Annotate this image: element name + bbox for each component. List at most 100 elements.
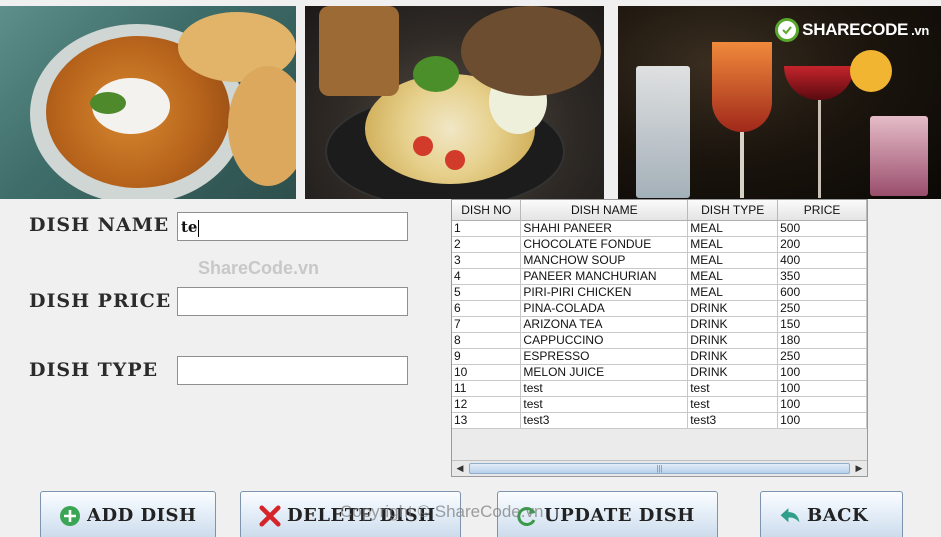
cell-dish-type: DRINK	[687, 348, 779, 365]
cell-price: 100	[777, 380, 867, 397]
cell-dish-name: SHAHI PANEER	[520, 220, 689, 237]
cell-dish-type: MEAL	[687, 268, 779, 285]
banner-image-drinks: SHARECODE .vn	[618, 6, 941, 199]
table-row[interactable]: 5 PIRI-PIRI CHICKEN MEAL 600	[452, 284, 867, 301]
banner-image-curry	[0, 6, 296, 199]
dish-price-label: DISH PRICE	[29, 290, 172, 312]
cell-price: 250	[777, 300, 867, 317]
cell-price: 400	[777, 252, 867, 269]
column-header-price[interactable]: PRICE	[777, 200, 867, 221]
dish-price-input[interactable]	[177, 287, 408, 316]
dish-type-label: DISH TYPE	[29, 359, 159, 381]
cell-price: 100	[777, 412, 867, 429]
dish-name-input[interactable]: te	[177, 212, 408, 241]
table-row[interactable]: 2 CHOCOLATE FONDUE MEAL 200	[452, 236, 867, 253]
add-dish-button[interactable]: ADD DISH	[40, 491, 216, 537]
cell-dish-no: 4	[452, 268, 522, 285]
cell-dish-name: ESPRESSO	[520, 348, 689, 365]
cell-dish-type: test	[687, 380, 779, 397]
column-header-dish-no[interactable]: DISH NO	[452, 200, 522, 221]
banner-image-salad	[305, 6, 604, 199]
copyright-watermark: Copyright © ShareCode.vn	[340, 502, 544, 521]
dishes-table: DISH NO DISH NAME DISH TYPE PRICE 1 SHAHI…	[452, 200, 867, 429]
cell-dish-type: DRINK	[687, 300, 779, 317]
cell-dish-name: MANCHOW SOUP	[520, 252, 689, 269]
logo-icon	[775, 18, 800, 42]
table-row[interactable]: 11 test test 100	[452, 380, 867, 397]
cell-dish-no: 13	[452, 412, 522, 429]
back-button[interactable]: BACK	[760, 491, 903, 537]
scroll-thumb[interactable]: |||	[469, 463, 850, 474]
red-x-icon	[259, 505, 281, 527]
dish-name-value: te	[181, 218, 198, 236]
column-header-dish-name[interactable]: DISH NAME	[520, 200, 689, 221]
table-row[interactable]: 10 MELON JUICE DRINK 100	[452, 364, 867, 381]
cell-price: 100	[777, 364, 867, 381]
cell-dish-type: MEAL	[687, 220, 779, 237]
table-row[interactable]: 4 PANEER MANCHURIAN MEAL 350	[452, 268, 867, 285]
cell-dish-type: test	[687, 396, 779, 413]
cell-dish-type: test3	[687, 412, 779, 429]
update-dish-label: UPDATE DISH	[544, 505, 695, 526]
cell-dish-type: DRINK	[687, 364, 779, 381]
logo-domain: .vn	[911, 22, 929, 38]
cell-price: 150	[777, 316, 867, 333]
text-caret	[198, 219, 200, 237]
cell-dish-type: MEAL	[687, 284, 779, 301]
cell-dish-no: 3	[452, 252, 522, 269]
sharecode-logo: SHARECODE .vn	[775, 18, 929, 42]
cell-dish-type: MEAL	[687, 236, 779, 253]
dish-type-input[interactable]	[177, 356, 408, 385]
table-row[interactable]: 1 SHAHI PANEER MEAL 500	[452, 220, 867, 237]
scroll-right-icon[interactable]: ▶	[852, 462, 866, 475]
cell-dish-name: test3	[520, 412, 689, 429]
cell-dish-name: test	[520, 396, 689, 413]
table-row[interactable]: 3 MANCHOW SOUP MEAL 400	[452, 252, 867, 269]
cell-dish-name: PIRI-PIRI CHICKEN	[520, 284, 689, 301]
table-row[interactable]: 12 test test 100	[452, 396, 867, 413]
cell-dish-no: 12	[452, 396, 522, 413]
cell-dish-no: 7	[452, 316, 522, 333]
cell-dish-no: 6	[452, 300, 522, 317]
cell-dish-name: PANEER MANCHURIAN	[520, 268, 689, 285]
cell-dish-name: ARIZONA TEA	[520, 316, 689, 333]
cell-price: 250	[777, 348, 867, 365]
cell-dish-no: 9	[452, 348, 522, 365]
cell-dish-no: 2	[452, 236, 522, 253]
cell-dish-no: 8	[452, 332, 522, 349]
table-row[interactable]: 7 ARIZONA TEA DRINK 150	[452, 316, 867, 333]
dishes-table-panel[interactable]: DISH NO DISH NAME DISH TYPE PRICE 1 SHAHI…	[451, 199, 868, 477]
table-header-row: DISH NO DISH NAME DISH TYPE PRICE	[452, 200, 867, 221]
cell-dish-name: PINA-COLADA	[520, 300, 689, 317]
cell-dish-type: MEAL	[687, 252, 779, 269]
cell-dish-no: 11	[452, 380, 522, 397]
cell-price: 180	[777, 332, 867, 349]
table-row[interactable]: 8 CAPPUCCINO DRINK 180	[452, 332, 867, 349]
cell-price: 600	[777, 284, 867, 301]
horizontal-scrollbar[interactable]: ◀ ||| ▶	[452, 460, 867, 476]
table-row[interactable]: 9 ESPRESSO DRINK 250	[452, 348, 867, 365]
scroll-left-icon[interactable]: ◀	[453, 462, 467, 475]
cell-dish-name: CHOCOLATE FONDUE	[520, 236, 689, 253]
cell-dish-no: 1	[452, 220, 522, 237]
cell-price: 500	[777, 220, 867, 237]
plus-circle-icon	[59, 505, 81, 527]
cell-dish-name: test	[520, 380, 689, 397]
table-row[interactable]: 13 test3 test3 100	[452, 412, 867, 429]
cell-dish-name: MELON JUICE	[520, 364, 689, 381]
back-arrow-icon	[779, 505, 801, 527]
cell-dish-type: DRINK	[687, 316, 779, 333]
back-label: BACK	[807, 505, 869, 526]
cell-dish-type: DRINK	[687, 332, 779, 349]
cell-price: 100	[777, 396, 867, 413]
add-dish-label: ADD DISH	[87, 505, 197, 526]
column-header-dish-type[interactable]: DISH TYPE	[687, 200, 779, 221]
cell-price: 200	[777, 236, 867, 253]
cell-dish-no: 5	[452, 284, 522, 301]
cell-dish-no: 10	[452, 364, 522, 381]
cell-dish-name: CAPPUCCINO	[520, 332, 689, 349]
cell-price: 350	[777, 268, 867, 285]
dish-name-label: DISH NAME	[29, 214, 170, 236]
watermark-text: ShareCode.vn	[198, 258, 320, 278]
table-row[interactable]: 6 PINA-COLADA DRINK 250	[452, 300, 867, 317]
